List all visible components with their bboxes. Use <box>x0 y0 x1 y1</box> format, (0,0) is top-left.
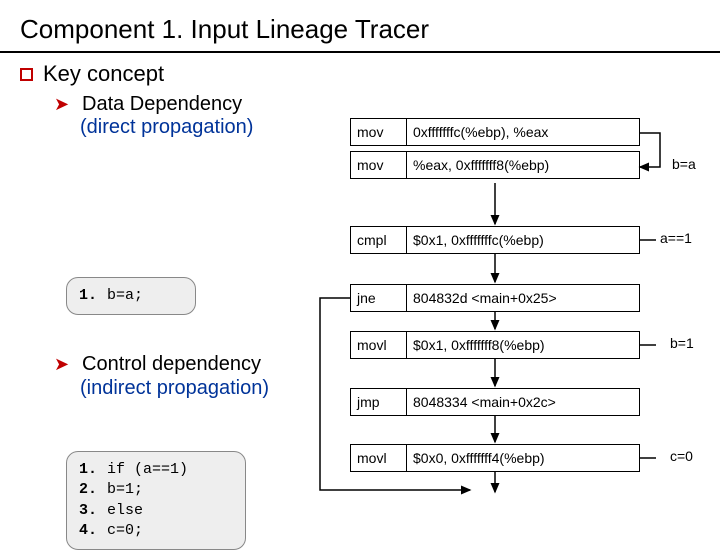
asm-row: movl $0x0, 0xfffffff4(%ebp) <box>350 444 640 472</box>
asm-op: movl <box>351 445 407 471</box>
asm-arg: $0x1, 0xfffffffc(%ebp) <box>407 227 639 253</box>
line-number: 3. <box>79 501 107 521</box>
code-block-1: 1. b=a; <box>66 277 196 315</box>
asm-arg: 8048334 <main+0x2c> <box>407 389 639 415</box>
key-concept-row: Key concept <box>20 61 700 87</box>
annot-c0: c=0 <box>670 448 693 464</box>
asm-op: jmp <box>351 389 407 415</box>
line-number: 2. <box>79 480 107 500</box>
key-concept-label: Key concept <box>43 61 164 87</box>
arrow-bullet-icon: ➤ <box>54 354 72 375</box>
code-line: 1. b=a; <box>79 286 183 306</box>
page-title: Component 1. Input Lineage Tracer <box>0 0 720 53</box>
asm-arg: $0x1, 0xfffffff8(%ebp) <box>407 332 639 358</box>
asm-op: jne <box>351 285 407 311</box>
asm-row: jne 804832d <main+0x25> <box>350 284 640 312</box>
arrow-bullet-icon: ➤ <box>54 94 72 115</box>
code-line: 3.else <box>79 501 233 521</box>
asm-arg: 0xfffffffc(%ebp), %eax <box>407 119 639 145</box>
control-dependency-label: Control dependency <box>82 353 261 376</box>
asm-op: cmpl <box>351 227 407 253</box>
code-line: 4. c=0; <box>79 521 233 541</box>
line-text: if (a==1) <box>107 460 188 480</box>
asm-row: cmpl $0x1, 0xfffffffc(%ebp) <box>350 226 640 254</box>
line-text: b=1; <box>107 480 143 500</box>
control-dependency-block: ➤ Control dependency <box>54 349 261 376</box>
asm-row: movl $0x1, 0xfffffff8(%ebp) <box>350 331 640 359</box>
line-text: c=0; <box>107 521 143 541</box>
code-line: 2. b=1; <box>79 480 233 500</box>
line-number: 1. <box>79 286 107 306</box>
data-dependency-label: Data Dependency <box>82 93 242 116</box>
asm-row: jmp 8048334 <main+0x2c> <box>350 388 640 416</box>
indirect-propagation-label: (indirect propagation) <box>80 377 269 400</box>
asm-row: mov %eax, 0xfffffff8(%ebp) <box>350 151 640 179</box>
asm-op: mov <box>351 152 407 178</box>
line-text: else <box>107 501 143 521</box>
line-number: 4. <box>79 521 107 541</box>
square-bullet-icon <box>20 68 33 81</box>
code-block-2: 1.if (a==1) 2. b=1; 3.else 4. c=0; <box>66 451 246 550</box>
asm-arg: $0x0, 0xfffffff4(%ebp) <box>407 445 639 471</box>
asm-row: mov 0xfffffffc(%ebp), %eax <box>350 118 640 146</box>
annot-b1: b=1 <box>670 335 694 351</box>
line-number: 1. <box>79 460 107 480</box>
asm-arg: %eax, 0xfffffff8(%ebp) <box>407 152 639 178</box>
annot-ba: b=a <box>672 156 696 172</box>
annot-aeq1: a==1 <box>660 230 692 246</box>
asm-arg: 804832d <main+0x25> <box>407 285 639 311</box>
line-text: b=a; <box>107 286 143 306</box>
code-line: 1.if (a==1) <box>79 460 233 480</box>
asm-op: mov <box>351 119 407 145</box>
asm-op: movl <box>351 332 407 358</box>
